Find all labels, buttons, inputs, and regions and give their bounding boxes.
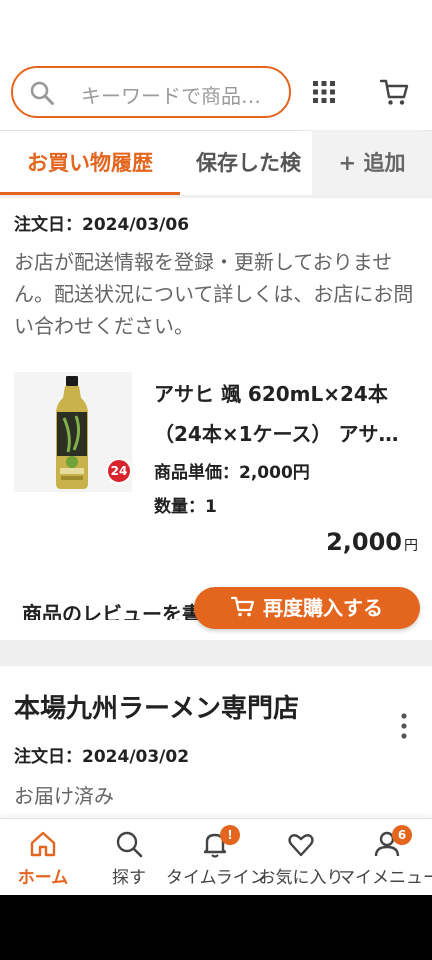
nav-label: タイムライン <box>166 868 264 888</box>
notification-badge: ! <box>220 825 240 845</box>
search-icon <box>30 81 54 105</box>
product-image[interactable]: 24 <box>14 372 132 492</box>
home-icon <box>30 831 56 857</box>
tab-label: 保存した検 <box>196 151 301 175</box>
nav-my-menu[interactable]: 6 マイメニュー <box>338 819 432 895</box>
product-title-line: （24本×1ケース） アサ… <box>154 422 399 446</box>
section-divider <box>0 640 432 666</box>
shop-name[interactable]: 本場九州ラーメン専門店 <box>14 688 299 725</box>
tabs-divider <box>0 195 432 198</box>
tab-saved-search[interactable]: 保存した検 <box>196 131 314 195</box>
cart-icon <box>231 596 255 617</box>
nav-label: 探す <box>112 868 146 888</box>
bottom-nav: ホーム 探す ! タイムライン お気に入り 6 マイメニュー <box>0 818 432 895</box>
order-date: 注文日：2024/03/06 <box>14 215 190 235</box>
search-input[interactable]: キーワードで商品… <box>11 66 291 118</box>
notification-badge: 6 <box>392 825 412 845</box>
more-options-icon[interactable] <box>396 712 412 740</box>
quantity: 数量：1 <box>154 497 217 517</box>
tab-label: お買い物履歴 <box>27 151 153 175</box>
shipping-notice: お店が配送情報を登録・更新しておりません。配送状況について詳しくは、お店にお問い… <box>14 250 414 338</box>
category-grid-icon[interactable] <box>312 80 336 104</box>
nav-favorites[interactable]: お気に入り <box>258 819 344 895</box>
currency-unit: 円 <box>404 538 418 554</box>
add-tab-button[interactable]: + 追加 <box>312 131 432 195</box>
tab-bar: お買い物履歴 保存した検 + 追加 <box>0 131 432 197</box>
header: キーワードで商品… <box>0 66 432 120</box>
order-history-screen: キーワードで商品… お買い物履歴 保存した検 + 追加 注文日：2024/03/… <box>0 0 432 895</box>
search-placeholder: キーワードで商品… <box>81 84 261 108</box>
heart-icon <box>288 834 314 857</box>
write-review-link[interactable]: 商品のレビューを書く <box>22 598 212 620</box>
product-title-line: アサヒ 颯 620mL×24本 <box>154 382 388 406</box>
nav-label: マイメニュー <box>338 868 432 888</box>
nav-timeline[interactable]: ! タイムライン <box>166 819 264 895</box>
total-amount: 2,000 <box>326 528 402 556</box>
tea-bottle-image <box>56 376 88 489</box>
product-title[interactable]: アサヒ 颯 620mL×24本 （24本×1ケース） アサ… <box>154 374 416 454</box>
cart-icon[interactable] <box>378 76 410 108</box>
unit-price: 商品単価：2,000円 <box>154 463 310 483</box>
order-date: 注文日：2024/03/02 <box>14 747 190 767</box>
nav-search[interactable]: 探す <box>86 819 172 895</box>
nav-label: お気に入り <box>258 868 344 888</box>
search-icon <box>116 831 143 858</box>
rebuy-button[interactable]: 再度購入する <box>194 587 420 629</box>
nav-label: ホーム <box>17 868 69 888</box>
quantity-badge: 24 <box>106 458 132 484</box>
delivery-status: お届け済み <box>14 784 114 808</box>
order-total: 2,000 円 <box>326 528 418 556</box>
nav-home[interactable]: ホーム <box>0 819 86 895</box>
tab-purchase-history[interactable]: お買い物履歴 <box>0 131 180 195</box>
rebuy-label: 再度購入する <box>263 596 383 620</box>
